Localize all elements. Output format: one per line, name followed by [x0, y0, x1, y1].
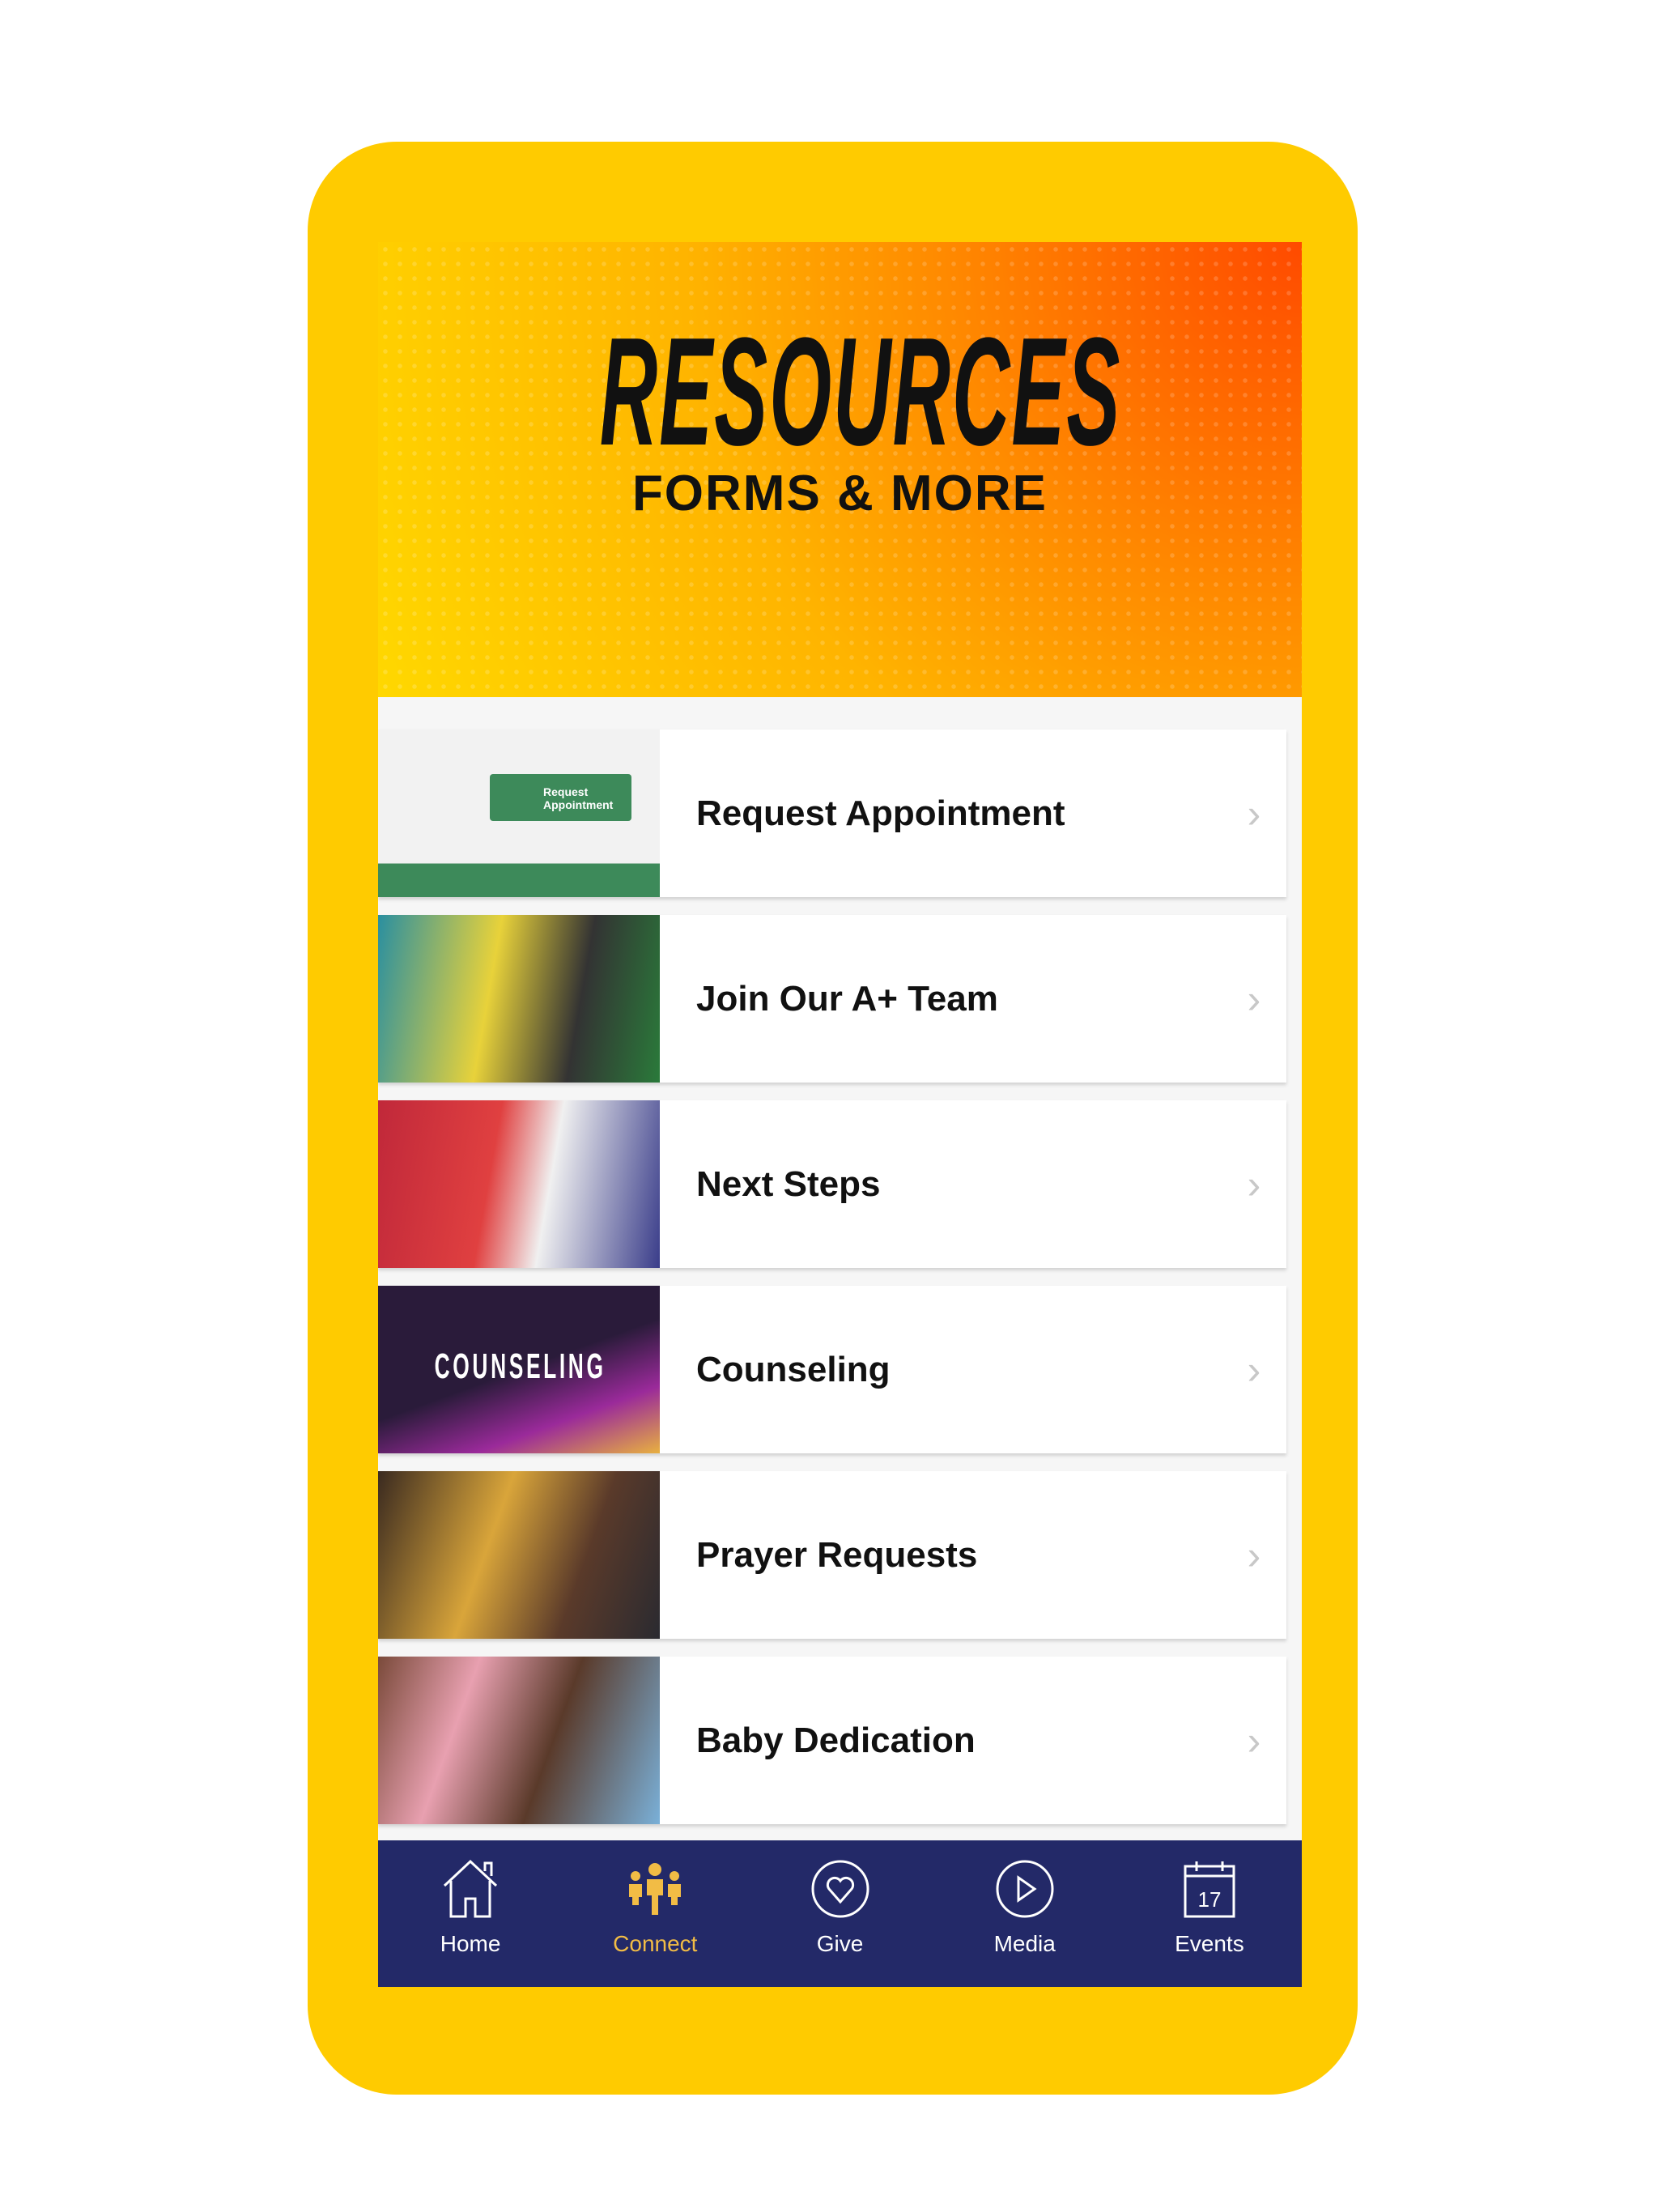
tab-connect[interactable]: Connect: [563, 1840, 747, 1987]
item-label: Baby Dedication: [696, 1720, 976, 1760]
thumbnail-text: COUNSELING: [434, 1346, 606, 1386]
tab-label: Give: [816, 1931, 864, 1956]
item-label: Next Steps: [696, 1163, 881, 1204]
list-item-baby-dedication[interactable]: Baby Dedication ›: [378, 1657, 1286, 1824]
item-label: Request Appointment: [696, 793, 1065, 833]
banner-subtitle: FORMS & MORE: [631, 466, 1048, 521]
list-item-request-appointment[interactable]: Request Appointment Request Appointment …: [378, 730, 1286, 897]
chevron-right-icon: ›: [1247, 1717, 1261, 1763]
tab-label: Events: [1175, 1931, 1244, 1956]
thumbnail-badge: Request Appointment: [490, 774, 631, 821]
tab-give[interactable]: Give: [747, 1840, 932, 1987]
list-item-join-team[interactable]: Join Our A+ Team ›: [378, 915, 1286, 1083]
header-banner: RESOURCES FORMS & MORE: [378, 242, 1302, 697]
thumbnail-baby-dedication: [378, 1657, 660, 1824]
thumbnail-next-steps: [378, 1100, 660, 1268]
thumbnail-counseling: COUNSELING: [378, 1286, 660, 1453]
play-icon: [996, 1860, 1054, 1918]
item-label: Counseling: [696, 1349, 891, 1389]
calendar-date: 17: [1197, 1887, 1221, 1912]
thumbnail-request-appointment: Request Appointment: [378, 730, 660, 897]
tab-home[interactable]: Home: [378, 1840, 563, 1987]
people-icon: [629, 1863, 682, 1915]
thumbnail-join-team: [378, 915, 660, 1083]
home-icon: [444, 1859, 498, 1918]
item-label: Join Our A+ Team: [696, 978, 998, 1019]
item-label: Prayer Requests: [696, 1534, 978, 1575]
list-item-next-steps[interactable]: Next Steps ›: [378, 1100, 1286, 1268]
tab-label: Home: [440, 1931, 501, 1956]
list-item-prayer-requests[interactable]: Prayer Requests ›: [378, 1471, 1286, 1639]
chevron-right-icon: ›: [1247, 1532, 1261, 1578]
calendar-icon: 17: [1184, 1861, 1235, 1918]
chevron-right-icon: ›: [1247, 790, 1261, 836]
thumbnail-prayer-requests: [378, 1471, 660, 1639]
banner-title: RESOURCES: [599, 306, 1122, 478]
chevron-right-icon: ›: [1247, 1161, 1261, 1207]
tab-label: Media: [993, 1931, 1056, 1956]
chevron-right-icon: ›: [1247, 1346, 1261, 1393]
tab-bar: Home Connect Give Media 17 Events: [378, 1840, 1302, 1987]
tab-label: Connect: [613, 1931, 698, 1956]
tab-media[interactable]: Media: [933, 1840, 1117, 1987]
tab-events[interactable]: 17 Events: [1117, 1840, 1302, 1987]
chevron-right-icon: ›: [1247, 976, 1261, 1022]
heart-icon: [811, 1860, 869, 1918]
list-item-counseling[interactable]: COUNSELING Counseling ›: [378, 1286, 1286, 1453]
app-screen: RESOURCES FORMS & MORE Request Appointme…: [378, 242, 1302, 1987]
